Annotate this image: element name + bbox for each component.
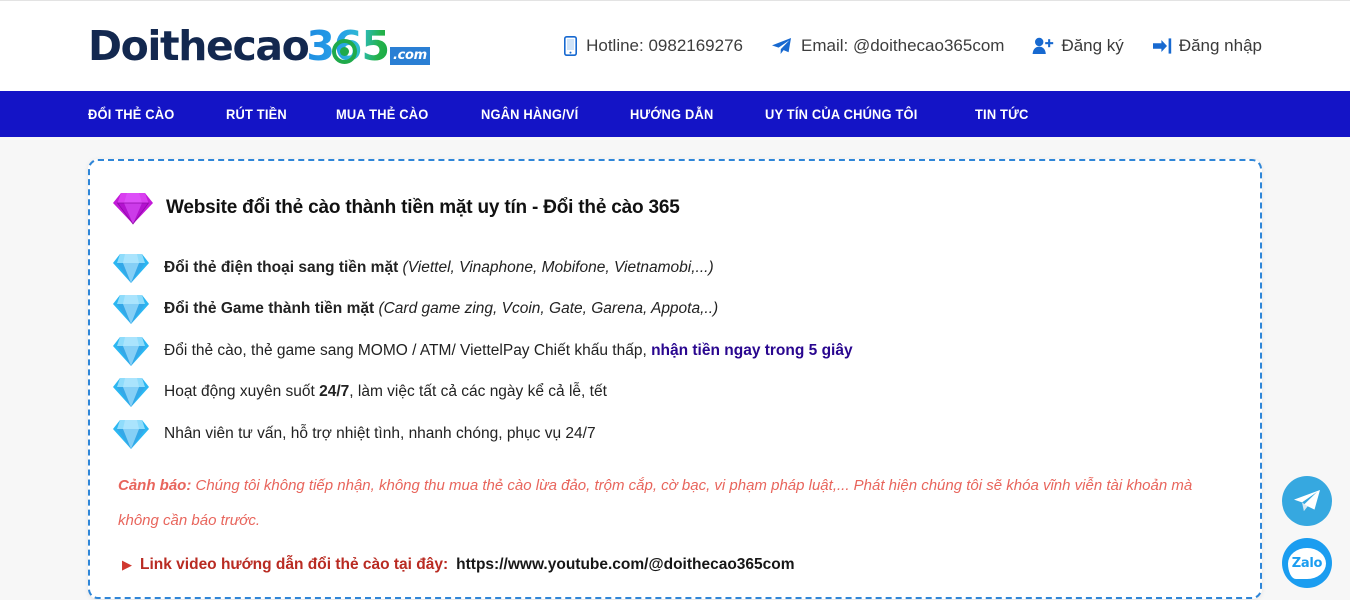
- register-label: Đăng ký: [1061, 36, 1124, 55]
- feature-4-pre: Hoạt động xuyên suốt: [164, 383, 320, 401]
- logo-text-main: Doithecao: [88, 21, 310, 70]
- play-triangle-icon: ▶: [122, 556, 132, 572]
- warning-text: Cảnh báo: Chúng tôi không tiếp nhận, khô…: [112, 468, 1226, 538]
- nav-item-rut-tien[interactable]: RÚT TIỀN: [226, 106, 287, 122]
- feature-row-5: Nhân viên tư vấn, hỗ trợ nhiệt tình, nha…: [112, 413, 1226, 455]
- site-logo[interactable]: Doithecao 365 .com: [88, 21, 430, 70]
- main-navigation: ĐỔI THẺ CÀO RÚT TIỀN MUA THẺ CÀO NGÂN HÀ…: [0, 91, 1350, 137]
- user-plus-icon: [1032, 37, 1054, 55]
- zalo-float-button[interactable]: Zalo: [1282, 538, 1332, 588]
- feature-text-2: Đổi thẻ Game thành tiền mặt (Card game z…: [160, 300, 718, 318]
- hotline-info[interactable]: Hotline: 0982169276: [564, 36, 743, 56]
- content-wrapper: Website đổi thẻ cào thành tiền mặt uy tí…: [0, 137, 1350, 599]
- hotline-text: Hotline: 0982169276: [586, 36, 744, 55]
- feature-3-plain: Đổi thẻ cào, thẻ game sang MOMO / ATM/ V…: [164, 341, 652, 359]
- nav-item-huong-dan[interactable]: HƯỚNG DẪN: [630, 106, 713, 122]
- register-link[interactable]: Đăng ký: [1032, 36, 1124, 56]
- site-header: Doithecao 365 .com Hotline: 0982169276 E…: [0, 0, 1350, 91]
- nav-item-mua-the-cao[interactable]: MUA THẺ CÀO: [336, 106, 428, 122]
- blue-gem-icon: [113, 419, 149, 449]
- header-contact-area: Hotline: 0982169276 Email: @doithecao365…: [564, 36, 1262, 56]
- blue-gem-icon: [113, 253, 149, 283]
- nav-item-doi-the-cao[interactable]: ĐỔI THẺ CÀO: [88, 106, 174, 122]
- feature-4-post: , làm việc tất cả các ngày kể cả lễ, tết: [349, 383, 607, 401]
- feature-text-4: Hoạt động xuyên suốt 24/7, làm việc tất …: [160, 383, 607, 401]
- feature-4-bold: 24/7: [319, 383, 350, 401]
- feature-2-italic: (Card game zing, Vcoin, Gate, Garena, Ap…: [374, 300, 719, 318]
- feature-1-italic: (Viettel, Vinaphone, Mobifone, Vietnamob…: [398, 258, 714, 276]
- feature-row-3: Đổi thẻ cào, thẻ game sang MOMO / ATM/ V…: [112, 330, 1226, 372]
- card-title: Website đổi thẻ cào thành tiền mặt uy tí…: [166, 197, 680, 218]
- floating-contact-buttons: Zalo: [1282, 476, 1332, 588]
- email-info[interactable]: Email: @doithecao365com: [771, 36, 1004, 56]
- warning-body: Chúng tôi không tiếp nhận, không thu mua…: [118, 476, 1193, 529]
- logo-text-accent: 365: [306, 26, 389, 67]
- sign-in-icon: [1152, 37, 1172, 55]
- blue-gem-icon: [113, 378, 149, 408]
- email-text: Email: @doithecao365com: [801, 36, 1005, 55]
- logo-dotcom-badge: .com: [389, 46, 430, 65]
- video-link-url[interactable]: https://www.youtube.com/@doithecao365com: [456, 556, 794, 574]
- blue-gem-icon: [113, 336, 149, 366]
- warning-label: Cảnh báo:: [118, 476, 192, 494]
- purple-gem-icon: [113, 193, 153, 225]
- video-link-label: Link video hướng dẫn đổi thẻ cào tại đây…: [140, 555, 449, 573]
- login-link[interactable]: Đăng nhập: [1152, 36, 1262, 56]
- nav-item-ngan-hang-vi[interactable]: NGÂN HÀNG/VÍ: [481, 106, 578, 122]
- nav-item-uy-tin[interactable]: UY TÍN CỦA CHÚNG TÔI: [765, 106, 918, 122]
- blue-gem-icon: [113, 295, 149, 325]
- telegram-float-button[interactable]: [1282, 476, 1332, 526]
- login-label: Đăng nhập: [1178, 36, 1262, 55]
- mobile-phone-icon: [564, 36, 578, 56]
- logo-ring-icon: [332, 38, 358, 64]
- feature-text-3: Đổi thẻ cào, thẻ game sang MOMO / ATM/ V…: [160, 342, 853, 360]
- feature-row-2: Đổi thẻ Game thành tiền mặt (Card game z…: [112, 289, 1226, 331]
- card-title-row: Website đổi thẻ cào thành tiền mặt uy tí…: [112, 191, 1226, 225]
- feature-2-bold: Đổi thẻ Game thành tiền mặt: [164, 300, 375, 318]
- telegram-icon: [1294, 490, 1320, 511]
- zalo-icon: Zalo: [1288, 547, 1326, 579]
- feature-row-1: Đổi thẻ điện thoại sang tiền mặt (Viette…: [112, 247, 1226, 289]
- feature-text-1: Đổi thẻ điện thoại sang tiền mặt (Viette…: [160, 259, 714, 277]
- feature-1-bold: Đổi thẻ điện thoại sang tiền mặt: [164, 258, 399, 276]
- video-link-row[interactable]: ▶ Link video hướng dẫn đổi thẻ cào tại đ…: [112, 556, 1226, 574]
- paper-plane-icon: [771, 37, 792, 55]
- intro-card: Website đổi thẻ cào thành tiền mặt uy tí…: [88, 159, 1262, 599]
- feature-3-highlight: nhận tiền ngay trong 5 giây: [651, 341, 853, 359]
- feature-row-4: Hoạt động xuyên suốt 24/7, làm việc tất …: [112, 372, 1226, 414]
- nav-item-tin-tuc[interactable]: TIN TỨC: [975, 106, 1028, 122]
- feature-text-5: Nhân viên tư vấn, hỗ trợ nhiệt tình, nha…: [164, 424, 596, 442]
